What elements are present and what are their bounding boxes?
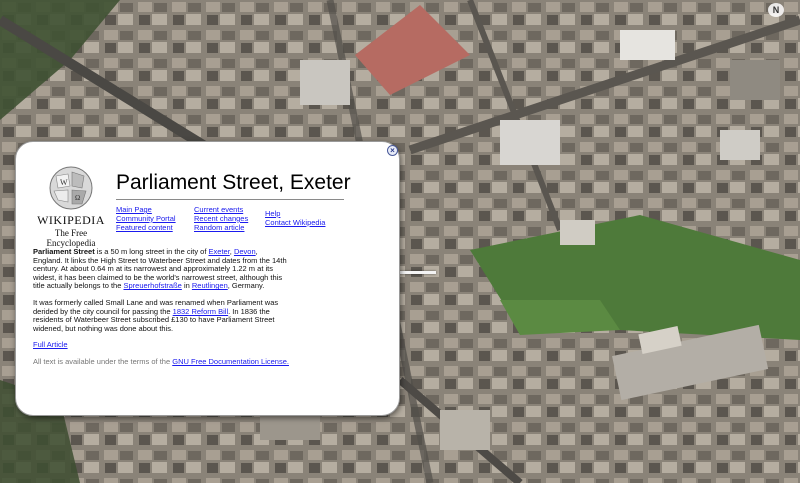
link-random-article[interactable]: Random article xyxy=(194,223,248,233)
wikipedia-logo[interactable]: W Ω WIKIPEDIA The Free Encyclopedia xyxy=(36,164,106,248)
close-icon[interactable]: × xyxy=(387,145,398,156)
nav-links-col1: Main Page Community Portal Featured cont… xyxy=(116,205,176,233)
link-contact-wikipedia[interactable]: Contact Wikipedia xyxy=(265,218,325,228)
article-body: Parliament Street is a 50 m long street … xyxy=(33,247,289,375)
svg-text:Ω: Ω xyxy=(75,194,80,202)
license-notice: All text is available under the terms of… xyxy=(33,356,289,367)
wordmark: WIKIPEDIA xyxy=(37,213,105,227)
license-text: All text is available under the terms of… xyxy=(33,356,173,366)
p1-text-4: in xyxy=(181,281,192,291)
p1-text-5: , Germany. xyxy=(227,281,265,291)
tagline: The Free Encyclopedia xyxy=(46,228,96,248)
title-divider xyxy=(116,199,344,200)
link-featured-content[interactable]: Featured content xyxy=(116,223,176,233)
link-reutlingen[interactable]: Reutlingen xyxy=(192,281,228,291)
wikipedia-globe-icon: W Ω xyxy=(49,166,93,210)
paragraph-2: It was formerly called Small Lane and wa… xyxy=(33,298,289,333)
link-gnu-fdl[interactable]: GNU Free Documentation License. xyxy=(172,357,289,366)
article-title: Parliament Street, Exeter xyxy=(116,171,351,194)
svg-text:W: W xyxy=(60,178,68,187)
info-balloon: × W Ω WIKIPEDIA The Free Encyclopedia Pa… xyxy=(15,141,400,416)
nav-links-col2: Current events Recent changes Random art… xyxy=(194,205,248,233)
compass-icon[interactable]: N xyxy=(768,3,784,17)
full-article-link[interactable]: Full Article xyxy=(33,341,289,350)
nav-links-col3: Help Contact Wikipedia xyxy=(265,209,325,228)
link-spreuerhofstrasse[interactable]: Spreuerhofstraße xyxy=(123,281,181,291)
paragraph-1: Parliament Street is a 50 m long street … xyxy=(33,247,289,291)
balloon-pointer xyxy=(398,271,436,274)
